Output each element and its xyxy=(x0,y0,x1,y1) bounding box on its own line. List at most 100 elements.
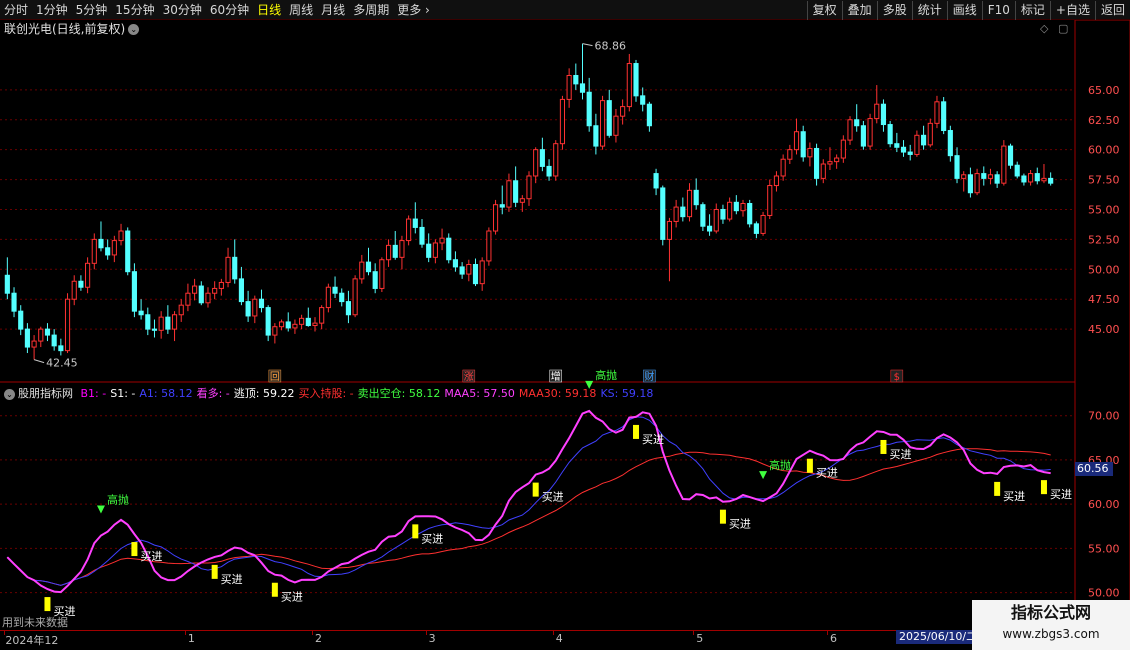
buy-bar-5 xyxy=(532,482,539,497)
candle-body-61 xyxy=(412,218,418,228)
candle-body-70 xyxy=(472,264,479,285)
period-tab-9[interactable]: 多周期 xyxy=(349,0,393,20)
buy-bar-6 xyxy=(633,424,640,439)
tool-button-3[interactable]: 统计 xyxy=(911,1,947,20)
indicator-tick-label-4: 70.00 xyxy=(1088,410,1120,423)
tool-button-1[interactable]: 叠加 xyxy=(841,1,877,20)
period-tab-7[interactable]: 周线 xyxy=(285,0,317,20)
candle-body-99 xyxy=(666,220,673,240)
candle-body-114 xyxy=(767,185,773,216)
window-icon[interactable]: ▢ xyxy=(1058,22,1068,35)
buy-label-10: 买进 xyxy=(1003,490,1025,503)
candle-body-32 xyxy=(218,281,224,289)
candle-body-95 xyxy=(640,95,646,105)
candle-body-81 xyxy=(546,165,552,177)
indicator-legend: ⌄ 股朋指标网 B1: - S1: - A1: 58.12 看多: - 逃顶: 59.22… xyxy=(4,386,661,402)
tool-button-7[interactable]: +自选 xyxy=(1049,1,1095,20)
low-price-label: 42.45 xyxy=(46,357,78,370)
period-tab-3[interactable]: 15分钟 xyxy=(111,0,158,20)
period-tab-5[interactable]: 60分钟 xyxy=(206,0,253,20)
candle-body-126 xyxy=(847,119,853,141)
candle-body-138 xyxy=(927,122,933,146)
period-tab-4[interactable]: 30分钟 xyxy=(159,0,206,20)
future-data-note: 用到未来数据 xyxy=(2,616,68,629)
tool-button-6[interactable]: 标记 xyxy=(1014,1,1050,20)
candle-body-74 xyxy=(499,204,505,208)
tool-button-8[interactable]: 返回 xyxy=(1094,1,1130,20)
period-tab-8[interactable]: 月线 xyxy=(317,0,349,20)
indicator-tick-label-1: 55.00 xyxy=(1088,542,1120,555)
chevron-down-icon[interactable]: ⌄ xyxy=(128,24,140,35)
time-label-6: 6 xyxy=(829,632,837,645)
candle-body-115 xyxy=(773,175,780,187)
period-tab-0[interactable]: 分时 xyxy=(0,0,32,20)
candle-body-80 xyxy=(539,149,545,167)
candle-body-5 xyxy=(38,328,44,342)
candle-body-127 xyxy=(854,119,860,127)
candle-body-155 xyxy=(1041,177,1047,182)
candle-body-91 xyxy=(613,115,619,136)
candle-body-145 xyxy=(974,173,980,194)
candle-body-131 xyxy=(880,103,887,126)
tool-button-4[interactable]: 画线 xyxy=(946,1,982,20)
candle-body-76 xyxy=(513,180,519,203)
buy-label-7: 买进 xyxy=(729,518,751,531)
low-pointer xyxy=(33,359,45,364)
candle-body-111 xyxy=(747,203,753,225)
period-tab-1[interactable]: 1分钟 xyxy=(32,0,72,20)
candle-body-14 xyxy=(98,238,104,249)
candle-body-21 xyxy=(145,314,151,330)
candle-body-82 xyxy=(553,143,559,177)
buy-label-2: 买进 xyxy=(221,573,243,586)
maa5-line xyxy=(6,409,1051,594)
candle-body-26 xyxy=(178,304,184,316)
tool-button-5[interactable]: F10 xyxy=(981,1,1015,20)
candle-body-20 xyxy=(138,310,144,316)
event-marker-3: 财 xyxy=(644,370,654,383)
period-tab-10[interactable]: 更多 › xyxy=(393,0,434,20)
price-tick-label-3: 52.50 xyxy=(1088,233,1120,246)
buy-label-5: 买进 xyxy=(542,491,564,504)
candle-body-106 xyxy=(713,208,719,232)
time-label-1: 1 xyxy=(187,632,195,645)
buy-bar-9 xyxy=(880,439,887,454)
candle-body-7 xyxy=(51,334,57,347)
candle-body-29 xyxy=(198,285,204,304)
period-tab-2[interactable]: 5分钟 xyxy=(72,0,112,20)
candle-body-89 xyxy=(599,100,606,147)
candle-body-136 xyxy=(914,134,920,155)
candle-body-133 xyxy=(894,143,900,148)
period-tab-6[interactable]: 日线 xyxy=(253,0,285,20)
period-tabs: 分时 1分钟 5分钟 15分钟 30分钟 60分钟 日线 周线 月线 多周期 更多 › xyxy=(0,0,434,20)
candle-body-6 xyxy=(44,328,51,336)
ks-line xyxy=(6,416,1051,586)
candle-body-1 xyxy=(11,292,17,312)
candle-body-8 xyxy=(58,345,64,352)
candle-body-16 xyxy=(111,240,117,256)
candle-body-39 xyxy=(265,307,271,336)
candle-body-0 xyxy=(4,274,10,294)
tool-button-2[interactable]: 多股 xyxy=(876,1,912,20)
legend-item-6: 卖出空仓: 58.12 xyxy=(357,387,441,400)
watermark: 指标公式网 www.zbgs3.com xyxy=(972,600,1130,650)
candle-body-141 xyxy=(947,130,953,157)
high-price-label: 68.86 xyxy=(595,40,627,53)
candle-body-139 xyxy=(934,101,940,124)
tool-button-0[interactable]: 复权 xyxy=(806,1,842,20)
candle-body-46 xyxy=(312,322,318,327)
candle-body-137 xyxy=(921,134,927,146)
price-tick-label-2: 50.00 xyxy=(1088,263,1120,276)
candle-body-64 xyxy=(432,242,438,258)
legend-item-0: B1: - xyxy=(80,387,107,400)
candle-body-83 xyxy=(559,98,566,145)
candle-body-48 xyxy=(325,286,331,309)
candle-body-113 xyxy=(760,214,766,234)
stock-chart[interactable]: 45.00 47.50 50.00 52.50 55.00 57.50 60.00 62.50… xyxy=(0,20,1130,650)
chevron-down-icon[interactable]: ⌄ xyxy=(4,388,15,400)
candle-body-73 xyxy=(492,204,499,232)
buy-bar-3 xyxy=(271,582,278,597)
diamond-icon[interactable]: ◇ xyxy=(1040,22,1048,35)
buy-label-1: 买进 xyxy=(140,550,162,563)
time-tick-0 xyxy=(4,631,6,635)
candle-body-42 xyxy=(285,321,291,329)
